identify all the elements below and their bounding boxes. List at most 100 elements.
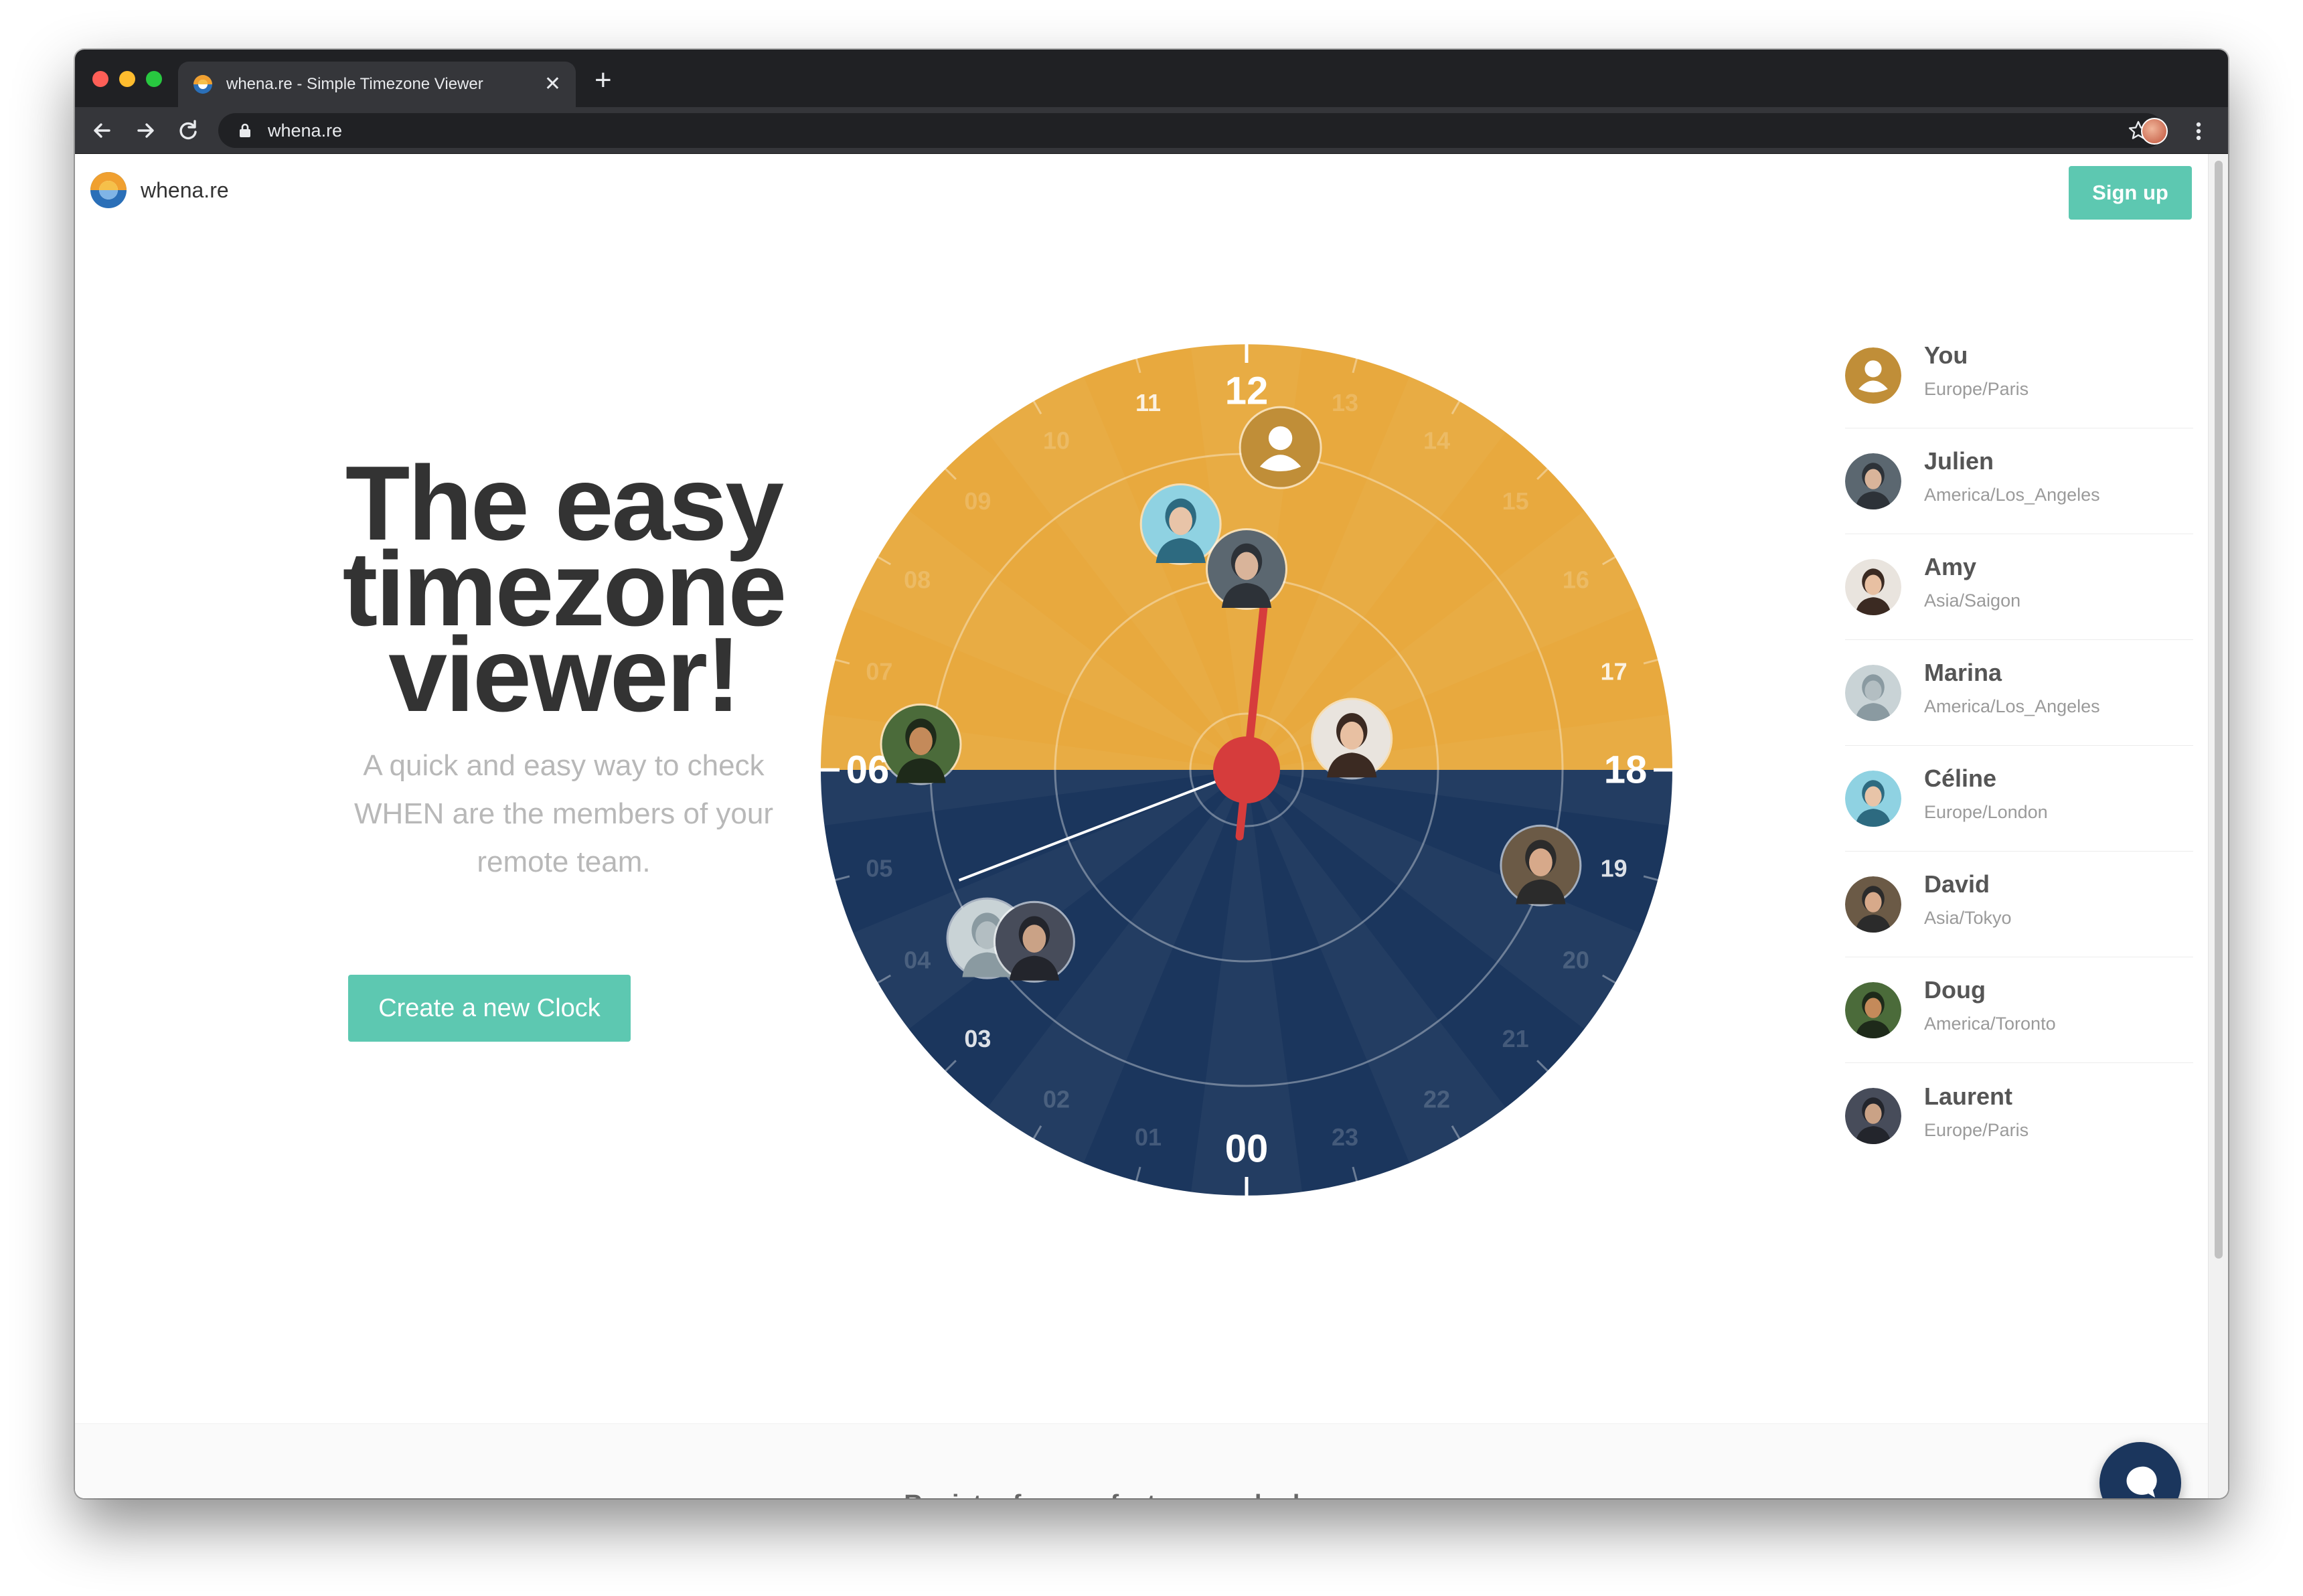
- member-timezone: Europe/Paris: [1924, 379, 2029, 399]
- member-item[interactable]: Marina America/Los_Angeles: [1845, 640, 2193, 746]
- hour-label: 20: [1563, 947, 1589, 974]
- clock-user-icon[interactable]: [1239, 406, 1322, 489]
- create-clock-button[interactable]: Create a new Clock: [348, 975, 631, 1042]
- hour-label: 12: [1225, 370, 1269, 413]
- avatar-image: [1502, 826, 1580, 904]
- member-name: Laurent: [1924, 1082, 2013, 1110]
- tab-title: whena.re - Simple Timezone Viewer: [226, 75, 483, 93]
- member-name: David: [1924, 870, 1990, 898]
- avatar: [1845, 1088, 1901, 1144]
- avatar: [1845, 770, 1901, 827]
- clock-avatar[interactable]: [1311, 698, 1393, 780]
- avatar-image: [1313, 700, 1391, 778]
- avatar: [1845, 453, 1901, 509]
- page-scrollbar[interactable]: [2208, 154, 2228, 1498]
- member-item[interactable]: Doug America/Toronto: [1845, 957, 2193, 1063]
- chat-bubble-icon: [2126, 1466, 2157, 1498]
- hour-label: 21: [1502, 1025, 1529, 1052]
- profile-avatar[interactable]: [2141, 118, 2168, 145]
- kebab-menu-icon[interactable]: [2185, 118, 2212, 145]
- clock-center: [1213, 736, 1280, 803]
- member-list: You Europe/Paris Julien America/Los_Angeles…: [1845, 323, 2193, 1169]
- hour-label: 01: [1135, 1123, 1162, 1151]
- member-item[interactable]: Laurent Europe/Paris: [1845, 1063, 2193, 1169]
- member-info: David Asia/Tokyo: [1924, 870, 2012, 929]
- whenare-logo-icon: [90, 172, 127, 208]
- maximize-window-button[interactable]: [146, 71, 162, 87]
- hero-subtitle-line: remote team.: [477, 846, 651, 878]
- back-arrow-icon[interactable]: [87, 115, 118, 146]
- tab-close-icon[interactable]: ✕: [544, 74, 561, 94]
- member-name: Doug: [1924, 976, 1986, 1004]
- avatar-image: [1141, 485, 1220, 563]
- hour-label: 14: [1423, 427, 1450, 455]
- member-name: Amy: [1924, 553, 1977, 580]
- member-item[interactable]: Julien America/Los_Angeles: [1845, 428, 2193, 534]
- url-text: whena.re: [268, 120, 343, 141]
- whenare-favicon-icon: [193, 75, 212, 94]
- page-viewport: whena.re Sign up The easy timezone viewe…: [75, 154, 2228, 1498]
- forward-arrow-icon[interactable]: [130, 115, 161, 146]
- hour-label: 19: [1601, 855, 1627, 882]
- member-timezone: Europe/Paris: [1924, 1119, 2029, 1140]
- member-item[interactable]: Amy Asia/Saigon: [1845, 534, 2193, 640]
- hour-label: 18: [1604, 748, 1648, 792]
- clock-avatar[interactable]: [1139, 483, 1222, 565]
- clock-avatar[interactable]: [993, 900, 1075, 983]
- hour-label: 00: [1225, 1127, 1269, 1171]
- member-timezone: Asia/Saigon: [1924, 590, 2021, 611]
- member-info: Marina America/Los_Angeles: [1924, 659, 2100, 717]
- member-timezone: America/Toronto: [1924, 1014, 2056, 1034]
- hour-label: 11: [1135, 389, 1161, 416]
- member-info: Amy Asia/Saigon: [1924, 553, 2020, 611]
- member-item[interactable]: You Europe/Paris: [1845, 323, 2193, 428]
- clock-avatar[interactable]: [1500, 824, 1582, 906]
- member-item[interactable]: Céline Europe/London: [1845, 746, 2193, 852]
- hour-label: 04: [904, 947, 931, 974]
- brand-name: whena.re: [141, 177, 229, 202]
- browser-window: whena.re - Simple Timezone Viewer ✕ + wh…: [75, 50, 2228, 1498]
- member-name: Céline: [1924, 765, 1997, 792]
- new-tab-button[interactable]: +: [594, 66, 612, 95]
- hero-subtitle: A quick and easy way to check WHEN are t…: [323, 742, 805, 886]
- hour-label: 02: [1043, 1085, 1070, 1113]
- member-item[interactable]: David Asia/Tokyo: [1845, 852, 2193, 957]
- close-window-button[interactable]: [92, 71, 108, 87]
- user-icon: [1845, 347, 1901, 404]
- avatar-image: [995, 902, 1073, 981]
- reload-icon[interactable]: [173, 115, 204, 146]
- hour-label: 03: [964, 1025, 991, 1052]
- signup-button[interactable]: Sign up: [2069, 166, 2192, 220]
- avatar-image: [1241, 408, 1320, 487]
- member-timezone: Asia/Tokyo: [1924, 908, 2012, 928]
- hour-label: 08: [904, 566, 931, 594]
- hero-title: The easy timezone viewer!: [269, 451, 858, 728]
- clock-avatar[interactable]: [880, 703, 962, 785]
- brand[interactable]: whena.re: [90, 171, 229, 209]
- member-info: Julien America/Los_Angeles: [1924, 447, 2100, 505]
- hour-label: 05: [866, 855, 892, 882]
- avatar-image: [882, 705, 960, 783]
- address-bar[interactable]: whena.re: [218, 113, 2164, 148]
- member-info: You Europe/Paris: [1924, 341, 2029, 400]
- member-name: Marina: [1924, 659, 2002, 686]
- avatar-image: [1208, 530, 1285, 608]
- hour-label: 23: [1332, 1123, 1358, 1151]
- member-info: Laurent Europe/Paris: [1924, 1083, 2029, 1141]
- hour-label: 10: [1043, 427, 1070, 455]
- avatar: [1845, 981, 1901, 1038]
- timezone-clock[interactable]: 000102030405060708091011 12 13141516171819…: [811, 335, 1682, 1205]
- browser-tab[interactable]: whena.re - Simple Timezone Viewer ✕: [178, 62, 576, 107]
- minimize-window-button[interactable]: [119, 71, 135, 87]
- member-timezone: America/Los_Angeles: [1924, 485, 2100, 505]
- browser-toolbar: whena.re: [75, 107, 2228, 154]
- tab-strip: whena.re - Simple Timezone Viewer ✕ +: [75, 50, 2228, 107]
- hour-label: 17: [1601, 657, 1627, 685]
- scrollbar-thumb[interactable]: [2215, 161, 2223, 1259]
- avatar: [1845, 558, 1901, 615]
- member-timezone: America/Los_Angeles: [1924, 696, 2100, 716]
- footer-band: [75, 1423, 2208, 1498]
- member-name: You: [1924, 341, 1968, 369]
- member-timezone: Europe/London: [1924, 802, 2048, 822]
- hour-label: 09: [964, 487, 991, 515]
